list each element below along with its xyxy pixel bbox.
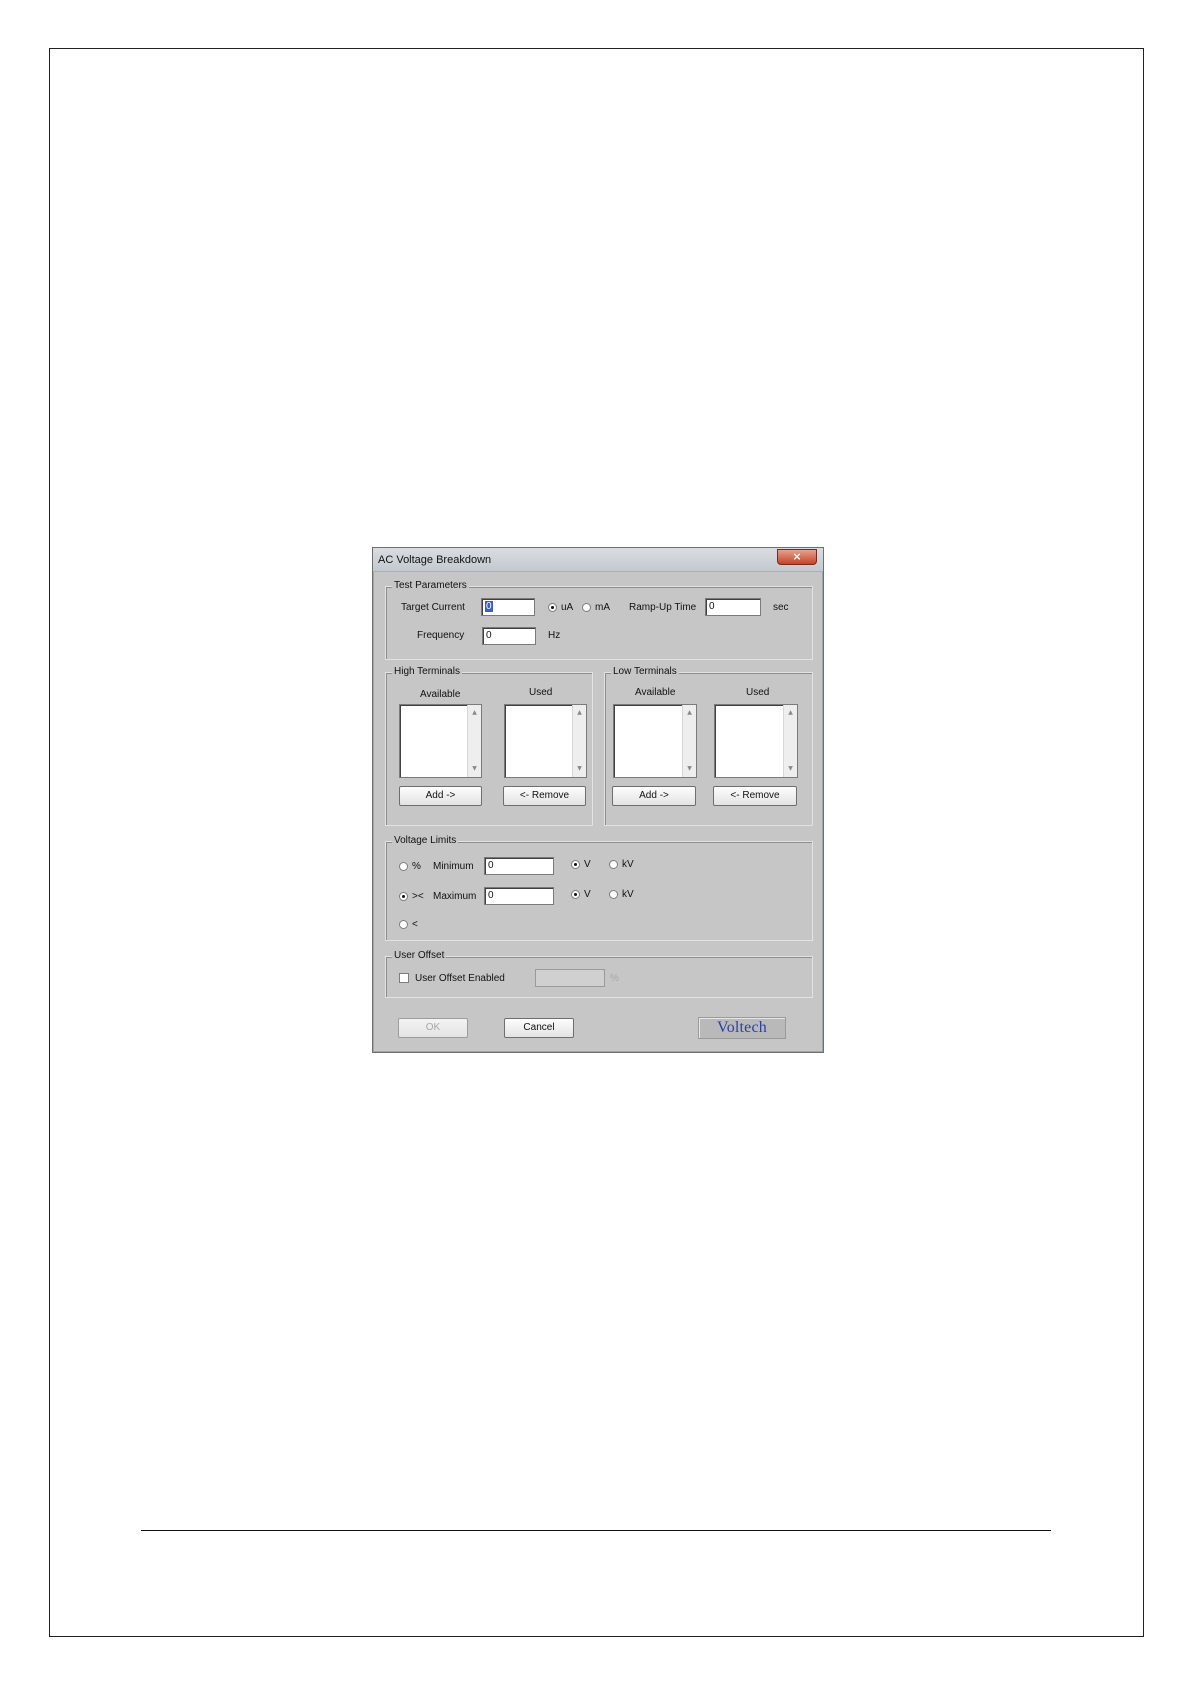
minimum-unit-kv-label: kV [622,859,634,870]
unit-ma-radio[interactable] [582,603,591,612]
ac-voltage-breakdown-dialog: AC Voltage Breakdown × Test Parameters T… [372,547,824,1053]
low-terminals-group: Low Terminals Available Used ▲ ▼ ▲ ▼ Add… [604,666,813,826]
user-offset-input[interactable] [535,969,605,987]
user-offset-enabled-checkbox[interactable] [399,973,409,983]
high-terminals-label: High Terminals [392,666,462,678]
maximum-label: Maximum [433,891,477,902]
close-icon: × [792,550,802,563]
maximum-unit-kv-label: kV [622,889,634,900]
high-terminals-group: High Terminals Available Used ▲ ▼ ▲ ▼ Ad… [385,666,593,826]
scroll-up-icon[interactable]: ▲ [784,707,797,719]
scroll-down-icon[interactable]: ▼ [784,763,797,775]
minimum-input[interactable]: 0 [484,857,554,875]
low-used-scrollbar[interactable]: ▲ ▼ [783,705,797,777]
high-add-button[interactable]: Add -> [399,786,482,806]
low-terminals-label: Low Terminals [611,666,679,678]
low-used-label: Used [746,687,770,698]
unit-ua-radio[interactable] [548,603,557,612]
scroll-down-icon[interactable]: ▼ [468,763,481,775]
low-remove-button[interactable]: <- Remove [713,786,797,806]
target-current-input[interactable]: 0 [481,598,535,616]
mode-percent-radio[interactable] [399,862,408,871]
voltage-limits-group: Voltage Limits % Minimum 0 V kV >< Maxim… [385,835,813,941]
mode-less-radio[interactable] [399,920,408,929]
maximum-unit-kv-radio[interactable] [609,890,618,899]
high-available-scrollbar[interactable]: ▲ ▼ [467,705,481,777]
scroll-down-icon[interactable]: ▼ [573,763,586,775]
target-current-label: Target Current [401,602,465,613]
ramp-up-unit: sec [773,602,789,613]
user-offset-unit: % [610,973,619,984]
maximum-unit-v-radio[interactable] [571,890,580,899]
user-offset-group: User Offset User Offset Enabled % [385,950,813,998]
low-available-list[interactable]: ▲ ▼ [613,704,697,778]
cancel-button[interactable]: Cancel [504,1018,574,1038]
low-add-button[interactable]: Add -> [612,786,696,806]
scroll-down-icon[interactable]: ▼ [683,763,696,775]
minimum-unit-kv-radio[interactable] [609,860,618,869]
scroll-up-icon[interactable]: ▲ [573,707,586,719]
test-parameters-label: Test Parameters [392,580,469,592]
high-available-list[interactable]: ▲ ▼ [399,704,482,778]
ramp-up-time-label: Ramp-Up Time [629,602,697,613]
frequency-input[interactable]: 0 [482,627,536,645]
minimum-unit-v-label: V [584,859,591,870]
low-available-scrollbar[interactable]: ▲ ▼ [682,705,696,777]
maximum-input[interactable]: 0 [484,887,554,905]
minimum-label: Minimum [433,861,474,872]
user-offset-label: User Offset [392,950,447,962]
voltech-logo: Voltech [698,1017,786,1039]
unit-ma-label: mA [595,602,610,613]
maximum-unit-v-label: V [584,889,591,900]
close-button[interactable]: × [777,549,817,565]
test-parameters-group: Test Parameters Target Current 0 uA mA R… [385,580,813,660]
scroll-up-icon[interactable]: ▲ [683,707,696,719]
low-available-label: Available [635,687,676,698]
high-remove-button[interactable]: <- Remove [503,786,586,806]
low-used-list[interactable]: ▲ ▼ [714,704,798,778]
high-available-label: Available [420,689,461,700]
dialog-title: AC Voltage Breakdown [378,554,492,566]
mode-between-label: >< [412,891,424,902]
high-used-scrollbar[interactable]: ▲ ▼ [572,705,586,777]
mode-between-radio[interactable] [399,892,408,901]
high-used-label: Used [529,687,553,698]
ramp-up-time-input[interactable]: 0 [705,598,761,616]
title-bar[interactable]: AC Voltage Breakdown × [373,548,823,572]
mode-less-label: < [412,919,418,930]
scroll-up-icon[interactable]: ▲ [468,707,481,719]
unit-ua-label: uA [561,602,574,613]
minimum-unit-v-radio[interactable] [571,860,580,869]
user-offset-enabled-label: User Offset Enabled [415,973,505,984]
voltage-limits-label: Voltage Limits [392,835,459,847]
frequency-unit: Hz [548,630,561,641]
frequency-label: Frequency [417,630,465,641]
mode-percent-label: % [412,861,421,872]
footer-rule [141,1530,1051,1531]
ok-button[interactable]: OK [398,1018,468,1038]
high-used-list[interactable]: ▲ ▼ [504,704,587,778]
